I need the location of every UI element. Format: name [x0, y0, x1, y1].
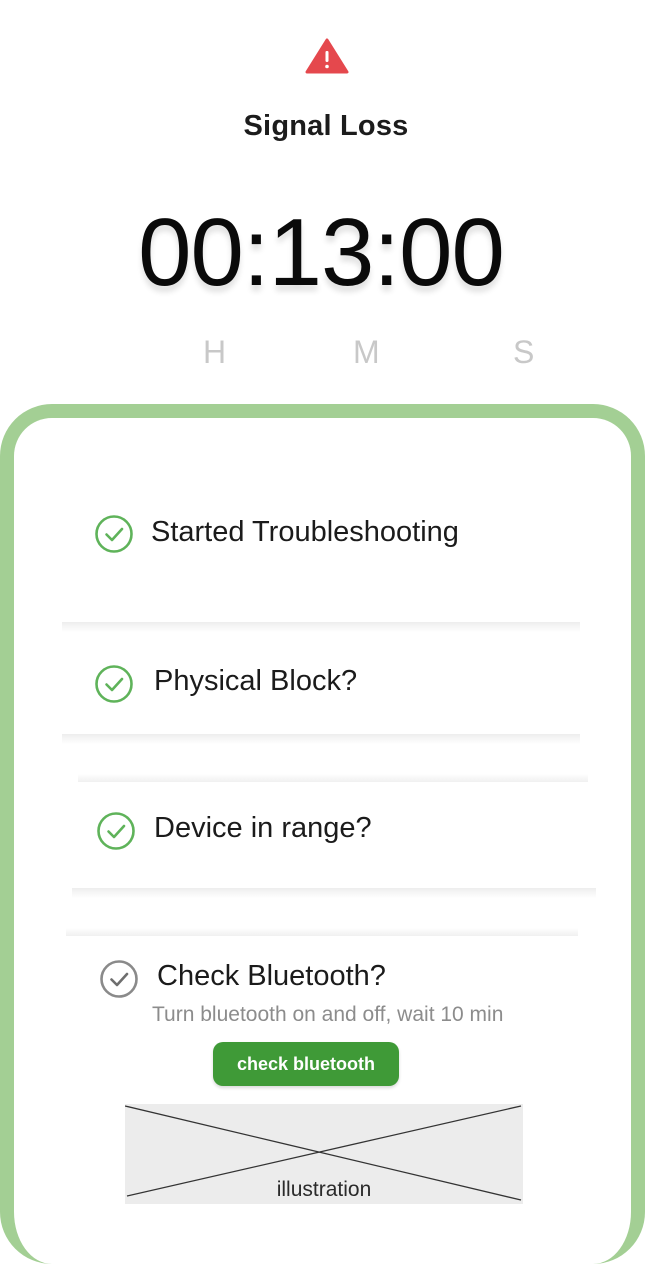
divider	[66, 928, 578, 936]
check-circle-icon	[95, 665, 133, 703]
divider	[72, 888, 596, 898]
check-circle-icon	[95, 515, 133, 553]
illustration-label: illustration	[276, 1178, 372, 1201]
check-bluetooth-button[interactable]: check bluetooth	[213, 1042, 399, 1086]
timer-unit-hours: H	[203, 334, 227, 370]
step-label: Physical Block?	[154, 665, 358, 697]
divider	[78, 774, 588, 782]
check-circle-icon	[97, 812, 135, 850]
step-label: Check Bluetooth?	[157, 960, 386, 992]
countdown-timer: 00:13:00	[138, 199, 505, 306]
check-circle-icon	[100, 960, 138, 998]
step-label: Started Troubleshooting	[151, 516, 459, 548]
warning-triangle-icon	[305, 38, 349, 74]
divider	[62, 734, 580, 744]
page-title: Signal Loss	[243, 110, 409, 142]
step-label: Device in range?	[154, 812, 372, 844]
timer-unit-minutes: M	[353, 334, 380, 370]
step-hint: Turn bluetooth on and off, wait 10 min	[152, 1003, 504, 1026]
divider	[62, 622, 580, 632]
timer-unit-seconds: S	[513, 334, 535, 370]
